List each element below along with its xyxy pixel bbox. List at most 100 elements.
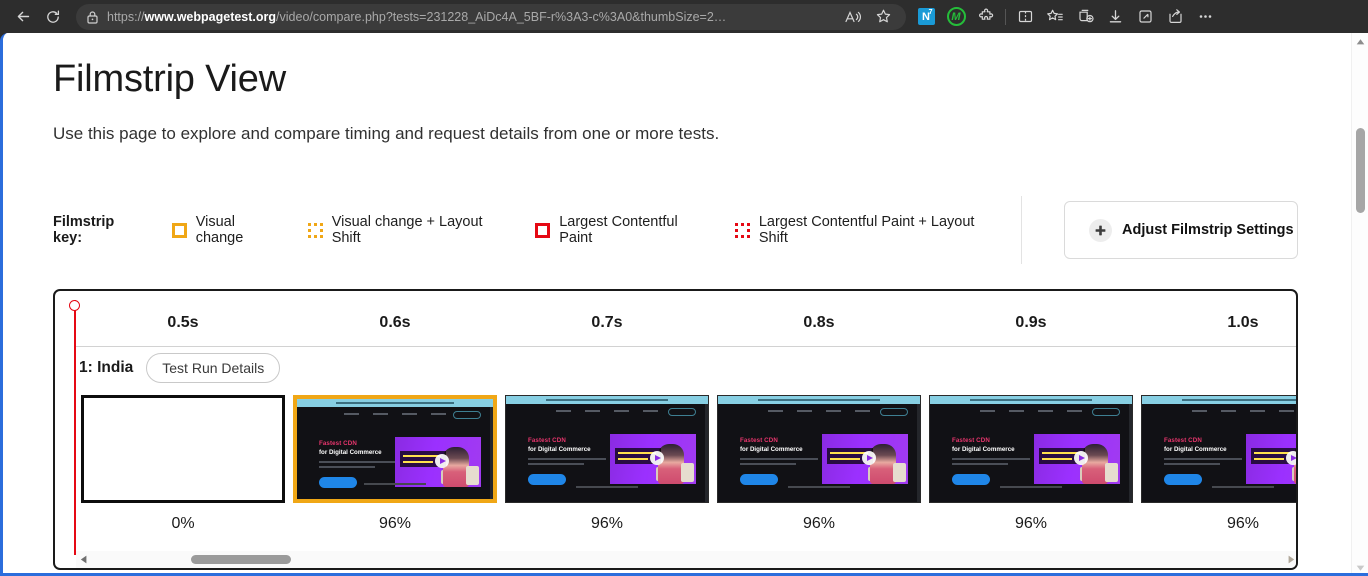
legend-item-lcp: Largest Contentful Paint [535, 214, 712, 246]
mini-body-text [1164, 458, 1242, 468]
mini-announcement-bar [1142, 396, 1296, 404]
legend-item-lcp-layout-shift: Largest Contentful Paint + Layout Shift [734, 214, 1003, 246]
thumbnail-strip: 0% Fastest CDN for Digital Commerce 96% Fast… [76, 395, 1296, 535]
filmstrip-thumbnail[interactable]: Fastest CDN for Digital Commerce 96% [293, 395, 497, 533]
thumbnail-frame[interactable]: Fastest CDN for Digital Commerce [505, 395, 709, 503]
split-screen-icon[interactable] [1010, 4, 1040, 30]
thumbnail-frame[interactable] [81, 395, 285, 503]
time-axis-label: 0.7s [591, 314, 623, 331]
visual-change-layout-shift-swatch-icon [307, 222, 323, 238]
browser-viewport: Filmstrip View Use this page to explore … [0, 33, 1368, 576]
test-run-details-button[interactable]: Test Run Details [146, 353, 281, 383]
ext-m-icon[interactable]: M [941, 4, 971, 30]
legend-label: Visual change + Layout Shift [331, 214, 483, 246]
filmstrip-thumbnail[interactable]: Fastest CDN for Digital Commerce 96% [505, 395, 709, 533]
filmstrip-key-title: Filmstrip key: [53, 214, 115, 246]
thumbnail-frame[interactable]: Fastest CDN for Digital Commerce [717, 395, 921, 503]
mini-heading-secondary: for Digital Commerce [1164, 446, 1227, 453]
refresh-button[interactable] [38, 4, 68, 30]
mini-announcement-bar [297, 399, 493, 407]
browser-toolbar: https://www.webpagetest.org/video/compar… [0, 0, 1368, 33]
thumbnail-frame[interactable]: Fastest CDN for Digital Commerce [929, 395, 1133, 503]
mini-scrollbar [917, 404, 920, 502]
mini-play-icon [862, 451, 876, 465]
start-marker-line [74, 300, 76, 555]
mini-play-icon [1286, 451, 1296, 465]
share-icon[interactable] [1160, 4, 1190, 30]
filmstrip-horizontal-scrollbar[interactable] [76, 551, 1296, 568]
thumbnail-percent: 96% [1226, 515, 1260, 532]
mini-cta-button [528, 474, 566, 485]
mini-nav-button [453, 411, 481, 419]
ext-m-letter: M [946, 7, 966, 26]
adjust-filmstrip-settings-label: Adjust Filmstrip Settings [1122, 222, 1294, 238]
site-info-lock-icon[interactable] [86, 10, 99, 24]
visual-change-swatch-icon [171, 222, 187, 238]
mini-nav-button [880, 408, 908, 416]
favorites-icon[interactable] [1040, 4, 1070, 30]
scroll-down-arrow-icon[interactable] [1352, 559, 1368, 573]
filmstrip-thumbnail[interactable]: 0% [81, 395, 285, 533]
thumbnail-preview: Fastest CDN for Digital Commerce [1142, 396, 1296, 502]
url-host: www.webpagetest.org [144, 9, 277, 24]
more-options-icon[interactable] [1190, 4, 1220, 30]
mini-heading-secondary: for Digital Commerce [740, 446, 803, 453]
filmstrip-thumbnail[interactable]: Fastest CDN for Digital Commerce 96% [1141, 395, 1296, 533]
scroll-track[interactable] [91, 551, 1283, 568]
puzzle-icon[interactable] [971, 4, 1001, 30]
page-subtitle: Use this page to explore and compare tim… [53, 124, 720, 143]
mini-cta-button [740, 474, 778, 485]
mini-scrollbar [1129, 404, 1132, 502]
favorite-star-icon[interactable] [868, 4, 898, 30]
legend-item-visual-change-layout-shift: Visual change + Layout Shift [307, 214, 513, 246]
mini-heading-primary: Fastest CDN [952, 437, 990, 444]
thumbnail-frame[interactable]: Fastest CDN for Digital Commerce [1141, 395, 1296, 503]
mini-footer-text [364, 483, 426, 485]
lcp-swatch-icon [535, 222, 551, 238]
mini-cta-button [319, 477, 357, 488]
extension-icons: N7 M [911, 4, 1220, 30]
mini-cta-button [1164, 474, 1202, 485]
scroll-up-arrow-icon[interactable] [1352, 33, 1368, 50]
filmstrip-thumbnail[interactable]: Fastest CDN for Digital Commerce 96% [717, 395, 921, 533]
url-path: /video/compare.php?tests=231228_AiDc4A_5… [276, 9, 727, 24]
scroll-right-arrow-icon[interactable] [1283, 551, 1296, 568]
mini-body-text [319, 461, 397, 471]
thumbnail-preview: Fastest CDN for Digital Commerce [930, 396, 1132, 502]
mini-body-text [740, 458, 818, 468]
scroll-thumb[interactable] [191, 555, 291, 564]
page-scroll-thumb[interactable] [1356, 128, 1365, 213]
mini-cta-button [952, 474, 990, 485]
filmstrip-panel: 0.5s 0.6s 0.7s 0.8s 0.9s 1.0s 1: India Test R… [53, 289, 1298, 570]
thumbnail-frame[interactable]: Fastest CDN for Digital Commerce [293, 395, 497, 503]
ext-n7-icon[interactable]: N7 [911, 4, 941, 30]
time-axis-label: 0.6s [379, 314, 411, 331]
adjust-filmstrip-settings-button[interactable]: Adjust Filmstrip Settings [1064, 201, 1298, 259]
scroll-left-arrow-icon[interactable] [76, 551, 91, 568]
mini-footer-text [576, 486, 638, 488]
filmstrip-key-row: Filmstrip key: Visual change Visual chan… [53, 196, 1298, 264]
mini-heading-primary: Fastest CDN [319, 440, 357, 447]
legend-label: Largest Contentful Paint + Layout Shift [758, 214, 975, 246]
mini-announcement-bar [506, 396, 708, 404]
plus-icon [1089, 218, 1112, 242]
thumbnail-percent: 96% [802, 515, 836, 532]
filmstrip-thumbnail[interactable]: Fastest CDN for Digital Commerce 96% [929, 395, 1133, 533]
downloads-icon[interactable] [1100, 4, 1130, 30]
filmstrip-key: Filmstrip key: Visual change Visual chan… [53, 196, 1022, 264]
run-header: 1: India Test Run Details [79, 353, 281, 383]
legend-label: Visual change [195, 214, 244, 246]
mini-scrollbar [490, 407, 493, 499]
mini-heading-primary: Fastest CDN [1164, 437, 1202, 444]
thumbnail-percent: 96% [1014, 515, 1048, 532]
page-vertical-scrollbar[interactable] [1351, 33, 1368, 573]
browser-essentials-icon[interactable] [1130, 4, 1160, 30]
address-bar[interactable]: https://www.webpagetest.org/video/compar… [76, 3, 906, 30]
toolbar-divider [1005, 8, 1006, 25]
back-button[interactable] [8, 4, 38, 30]
read-aloud-icon[interactable] [838, 4, 868, 30]
time-axis-label: 0.9s [1015, 314, 1047, 331]
collections-icon[interactable] [1070, 4, 1100, 30]
mini-body-text [528, 458, 606, 468]
ext-n7-sup: 7 [928, 9, 933, 16]
